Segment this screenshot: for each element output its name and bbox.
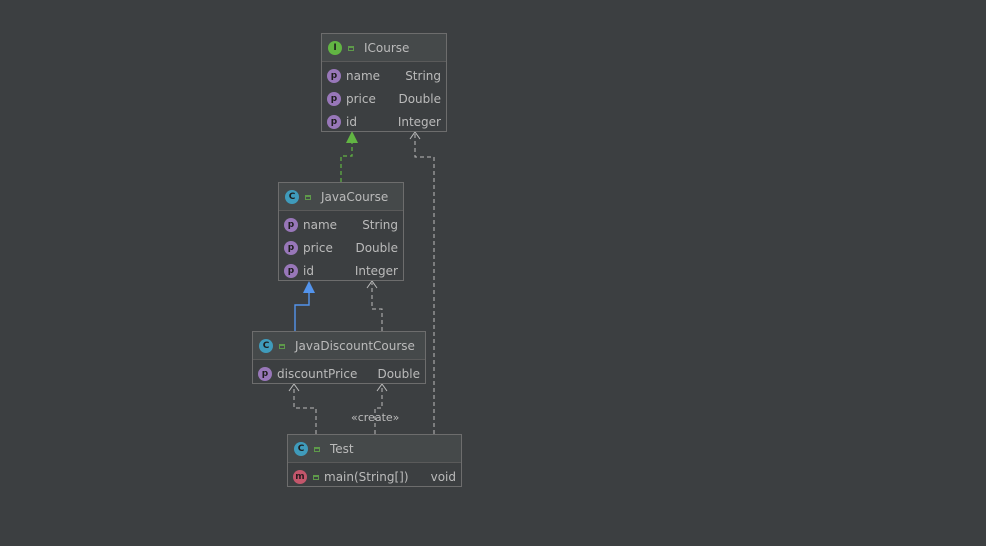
field-type: Integer (354, 263, 398, 278)
field-name: id (303, 263, 314, 278)
class-node-header: C Test (288, 435, 461, 463)
create-edge-test-to-discount (374, 383, 388, 434)
class-name: JavaCourse (321, 189, 389, 204)
class-icon: C (285, 189, 299, 204)
field-row[interactable]: p name String (279, 213, 403, 236)
diagram-edges (288, 131, 435, 434)
field-type: String (405, 68, 441, 83)
property-icon: p (284, 263, 298, 278)
class-node-test[interactable]: C Test m main(String[]) void (287, 434, 462, 487)
method-name: main(String[]) (324, 469, 409, 484)
class-node-header: I ICourse (322, 34, 446, 62)
property-icon: p (258, 366, 272, 381)
field-type: Double (377, 366, 420, 381)
field-type: String (362, 217, 398, 232)
lock-icon (313, 475, 319, 480)
field-row[interactable]: p discountPrice Double (253, 362, 425, 385)
lock-icon (314, 447, 320, 452)
class-name: JavaDiscountCourse (295, 338, 415, 353)
property-icon: p (327, 114, 341, 129)
interface-icon: I (328, 40, 342, 55)
method-icon: m (293, 469, 307, 484)
lock-icon (305, 195, 311, 200)
dependency-edge-test-to-discount-left (288, 383, 317, 434)
uml-diagram-canvas: «create» I ICourse p name String p price… (0, 0, 986, 546)
property-icon: p (327, 91, 341, 106)
class-node-javacourse[interactable]: C JavaCourse p name String p price Doubl… (278, 182, 404, 281)
field-type: Integer (397, 114, 441, 129)
field-name: name (346, 68, 381, 83)
class-icon: C (294, 441, 308, 456)
method-row[interactable]: m main(String[]) void (288, 465, 461, 488)
field-name: price (346, 91, 376, 106)
dependency-edge-discount-to-javacourse (366, 280, 383, 331)
dependency-edge-test-to-icourse (409, 131, 435, 434)
field-name: discountPrice (277, 366, 358, 381)
lock-icon (279, 344, 285, 349)
class-node-javadiscountcourse[interactable]: C JavaDiscountCourse p discountPrice Dou… (252, 331, 426, 384)
field-name: price (303, 240, 333, 255)
implements-edge (340, 131, 358, 182)
class-icon: C (259, 338, 273, 353)
field-type: Double (398, 91, 441, 106)
field-name: id (346, 114, 357, 129)
property-icon: p (284, 240, 298, 255)
field-row[interactable]: p id Integer (322, 110, 446, 133)
lock-icon (348, 46, 354, 51)
field-row[interactable]: p price Double (322, 87, 446, 110)
field-type: Double (355, 240, 398, 255)
create-stereotype-label: «create» (351, 411, 400, 424)
class-node-header: C JavaDiscountCourse (253, 332, 425, 360)
property-icon: p (284, 217, 298, 232)
field-row[interactable]: p price Double (279, 236, 403, 259)
method-return-type: void (430, 469, 456, 484)
field-name: name (303, 217, 338, 232)
property-icon: p (327, 68, 341, 83)
field-row[interactable]: p name String (322, 64, 446, 87)
class-node-header: C JavaCourse (279, 183, 403, 211)
class-name: ICourse (364, 40, 410, 55)
class-name: Test (330, 441, 354, 456)
class-node-icourse[interactable]: I ICourse p name String p price Double p… (321, 33, 447, 132)
field-row[interactable]: p id Integer (279, 259, 403, 282)
extends-edge (294, 281, 315, 331)
